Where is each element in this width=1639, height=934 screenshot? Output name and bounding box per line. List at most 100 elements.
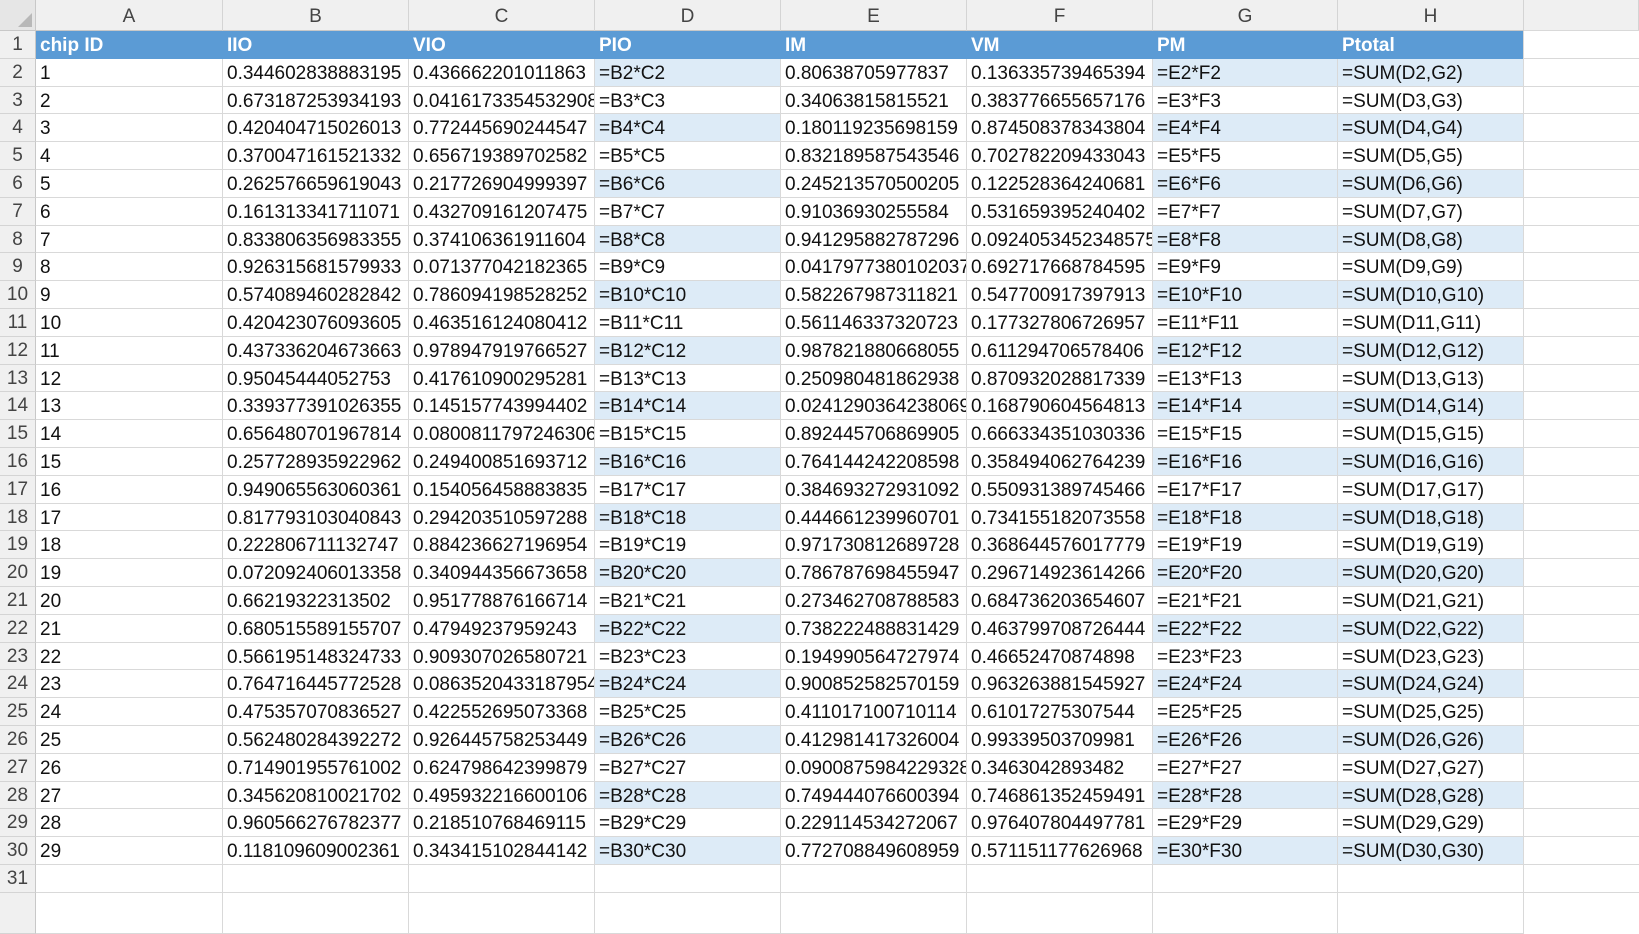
cell-h32[interactable]: [1338, 892, 1524, 934]
column-title-g[interactable]: PM: [1153, 31, 1338, 59]
row-header-20[interactable]: 20: [0, 559, 36, 587]
cell-f29[interactable]: 0.976407804497781: [967, 809, 1153, 838]
column-header-i[interactable]: [1524, 0, 1639, 31]
cell-d29[interactable]: =B29*C29: [595, 809, 781, 838]
column-header-a[interactable]: A: [36, 0, 223, 31]
row-header-15[interactable]: 15: [0, 420, 36, 448]
cell-a15[interactable]: 14: [36, 420, 223, 448]
cell-g30[interactable]: =E30*F30: [1153, 837, 1338, 865]
cell-d28[interactable]: =B28*C28: [595, 781, 781, 810]
cell-h10[interactable]: =SUM(D10,G10): [1338, 281, 1524, 309]
cell-e32[interactable]: [781, 892, 967, 934]
row-header-11[interactable]: 11: [0, 309, 36, 337]
cell-h9[interactable]: =SUM(D9,G9): [1338, 253, 1524, 282]
cell-b13[interactable]: 0.95045444052753: [223, 364, 409, 393]
row-header-12[interactable]: 12: [0, 336, 36, 365]
cell-h7[interactable]: =SUM(D7,G7): [1338, 197, 1524, 226]
cell-c12[interactable]: 0.978947919766527: [409, 336, 595, 365]
column-header-f[interactable]: F: [967, 0, 1153, 31]
cell-g24[interactable]: =E24*F24: [1153, 670, 1338, 699]
cell-c18[interactable]: 0.294203510597288: [409, 503, 595, 532]
cell-f23[interactable]: 0.46652470874898: [967, 642, 1153, 671]
cell-h31[interactable]: [1338, 865, 1524, 893]
cell-f6[interactable]: 0.122528364240681: [967, 170, 1153, 198]
cell-h26[interactable]: =SUM(D26,G26): [1338, 726, 1524, 754]
cell-c31[interactable]: [409, 865, 595, 893]
column-title-e[interactable]: IM: [781, 31, 967, 59]
cell-d32[interactable]: [595, 892, 781, 934]
cell-d21[interactable]: =B21*C21: [595, 587, 781, 615]
cell-g15[interactable]: =E15*F15: [1153, 420, 1338, 448]
cell-f19[interactable]: 0.368644576017779: [967, 531, 1153, 560]
cell-g32[interactable]: [1153, 892, 1338, 934]
cell-f3[interactable]: 0.383776655657176: [967, 86, 1153, 115]
cell-g23[interactable]: =E23*F23: [1153, 642, 1338, 671]
cell-c27[interactable]: 0.624798642399879: [409, 753, 595, 782]
row-header-28[interactable]: 28: [0, 781, 36, 810]
cell-e9[interactable]: 0.0417977380102037: [781, 253, 967, 282]
cell-a16[interactable]: 15: [36, 448, 223, 476]
cell-b21[interactable]: 0.66219322313502: [223, 587, 409, 615]
cell-c32[interactable]: [409, 892, 595, 934]
cell-d11[interactable]: =B11*C11: [595, 309, 781, 337]
cell-d5[interactable]: =B5*C5: [595, 142, 781, 170]
cell-d18[interactable]: =B18*C18: [595, 503, 781, 532]
cell-c11[interactable]: 0.463516124080412: [409, 309, 595, 337]
row-header-8[interactable]: 8: [0, 225, 36, 254]
cell-e10[interactable]: 0.582267987311821: [781, 281, 967, 309]
cell-e11[interactable]: 0.561146337320723: [781, 309, 967, 337]
cell-d9[interactable]: =B9*C9: [595, 253, 781, 282]
cell-d15[interactable]: =B15*C15: [595, 420, 781, 448]
cell-h3[interactable]: =SUM(D3,G3): [1338, 86, 1524, 115]
cell-e20[interactable]: 0.786787698455947: [781, 559, 967, 587]
row-header-2[interactable]: 2: [0, 58, 36, 87]
cell-c4[interactable]: 0.772445690244547: [409, 114, 595, 143]
cell-d3[interactable]: =B3*C3: [595, 86, 781, 115]
cell-d26[interactable]: =B26*C26: [595, 726, 781, 754]
cell-b20[interactable]: 0.072092406013358: [223, 559, 409, 587]
cell-e21[interactable]: 0.273462708788583: [781, 587, 967, 615]
cell-c10[interactable]: 0.786094198528252: [409, 281, 595, 309]
cell-e30[interactable]: 0.772708849608959: [781, 837, 967, 865]
cell-b30[interactable]: 0.118109609002361: [223, 837, 409, 865]
cell-d20[interactable]: =B20*C20: [595, 559, 781, 587]
cell-h11[interactable]: =SUM(D11,G11): [1338, 309, 1524, 337]
cell-a23[interactable]: 22: [36, 642, 223, 671]
cell-a30[interactable]: 29: [36, 837, 223, 865]
cell-f24[interactable]: 0.963263881545927: [967, 670, 1153, 699]
cell-a21[interactable]: 20: [36, 587, 223, 615]
cell-d7[interactable]: =B7*C7: [595, 197, 781, 226]
cell-d17[interactable]: =B17*C17: [595, 475, 781, 504]
cell-b24[interactable]: 0.764716445772528: [223, 670, 409, 699]
cell-h20[interactable]: =SUM(D20,G20): [1338, 559, 1524, 587]
row-header-4[interactable]: 4: [0, 114, 36, 143]
column-header-c[interactable]: C: [409, 0, 595, 31]
cell-h8[interactable]: =SUM(D8,G8): [1338, 225, 1524, 254]
cell-c14[interactable]: 0.145157743994402: [409, 392, 595, 421]
cell-e6[interactable]: 0.245213570500205: [781, 170, 967, 198]
cell-g17[interactable]: =E17*F17: [1153, 475, 1338, 504]
row-header-1[interactable]: 1: [0, 31, 36, 59]
cell-a26[interactable]: 25: [36, 726, 223, 754]
cell-d19[interactable]: =B19*C19: [595, 531, 781, 560]
row-header-31[interactable]: 31: [0, 865, 36, 893]
spreadsheet-grid[interactable]: A B C D E F G H 1 2 3 4 5 6 7 8 9 10 11 12 13 14 15 16 17 18 19 20 2…: [0, 0, 1639, 934]
cell-a17[interactable]: 16: [36, 475, 223, 504]
cell-h12[interactable]: =SUM(D12,G12): [1338, 336, 1524, 365]
cell-g31[interactable]: [1153, 865, 1338, 893]
cell-b27[interactable]: 0.714901955761002: [223, 753, 409, 782]
cell-g3[interactable]: =E3*F3: [1153, 86, 1338, 115]
cell-a8[interactable]: 7: [36, 225, 223, 254]
cell-h25[interactable]: =SUM(D25,G25): [1338, 698, 1524, 726]
cell-d10[interactable]: =B10*C10: [595, 281, 781, 309]
cell-f31[interactable]: [967, 865, 1153, 893]
column-header-b[interactable]: B: [223, 0, 409, 31]
cell-f17[interactable]: 0.550931389745466: [967, 475, 1153, 504]
cell-g13[interactable]: =E13*F13: [1153, 364, 1338, 393]
cell-a7[interactable]: 6: [36, 197, 223, 226]
cell-c28[interactable]: 0.495932216600106: [409, 781, 595, 810]
cell-h23[interactable]: =SUM(D23,G23): [1338, 642, 1524, 671]
cell-d16[interactable]: =B16*C16: [595, 448, 781, 476]
cell-a19[interactable]: 18: [36, 531, 223, 560]
cell-e26[interactable]: 0.412981417326004: [781, 726, 967, 754]
